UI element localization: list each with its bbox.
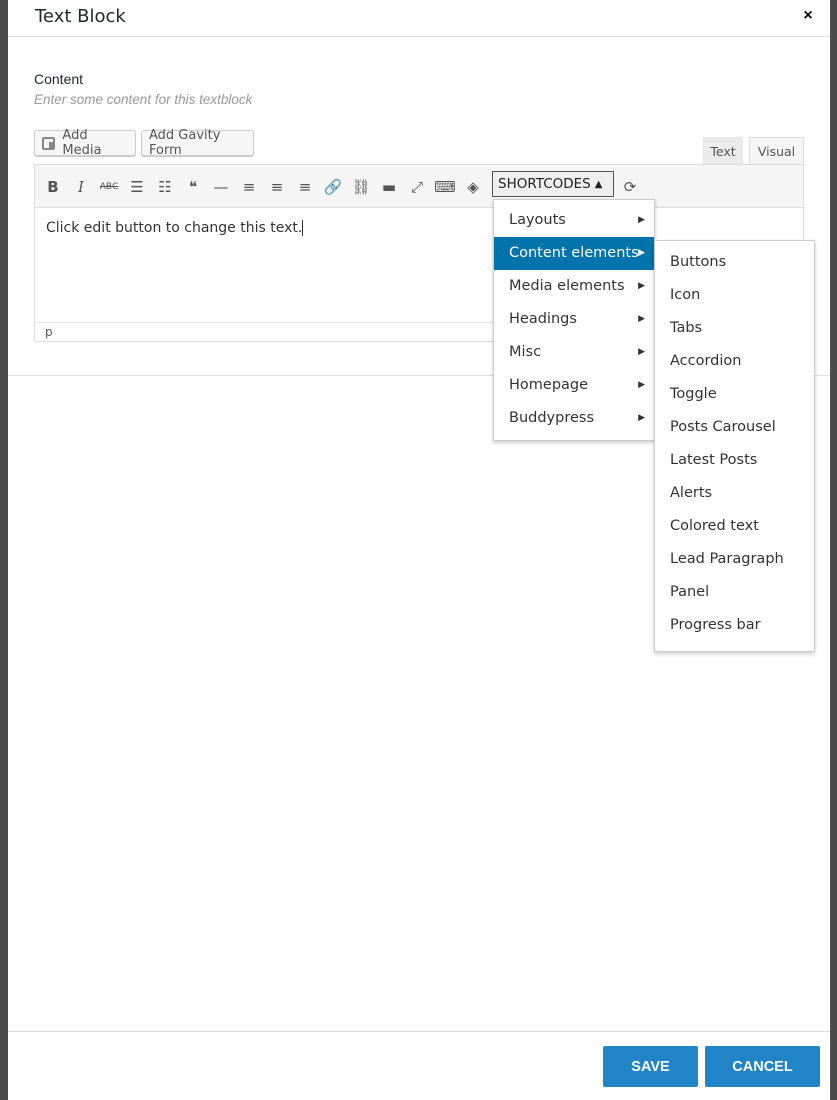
menu-item-label: Content elements — [509, 245, 639, 261]
submenu-item-toggle[interactable]: Toggle — [655, 378, 814, 411]
fullscreen-icon[interactable]: ⤢ — [405, 175, 429, 199]
submenu-arrow-icon: ▶ — [638, 380, 645, 390]
submenu-item-buttons[interactable]: Buttons — [655, 246, 814, 279]
editor-text-area[interactable]: Click edit button to change this text. — [46, 220, 304, 236]
add-media-label: Add Media — [62, 128, 102, 158]
content-label: Content — [34, 71, 84, 87]
menu-item-label: Misc — [509, 344, 542, 360]
shortcodes-label: SHORTCODES — [498, 176, 591, 192]
add-gravity-form-button[interactable]: Add Gavity Form — [141, 128, 254, 158]
submenu-arrow-icon: ▶ — [638, 413, 645, 423]
editor-content: Click edit button to change this text. — [46, 220, 303, 236]
menu-item-misc[interactable]: Misc ▶ — [494, 336, 654, 369]
caret-up-icon: ▲ — [594, 178, 603, 190]
submenu-arrow-icon: ▶ — [638, 248, 645, 258]
menu-item-label: Homepage — [509, 377, 589, 393]
submenu-arrow-icon: ▶ — [638, 314, 645, 324]
submenu-item-alerts[interactable]: Alerts — [655, 477, 814, 510]
menu-item-label: Buddypress — [509, 410, 595, 426]
submenu-arrow-icon: ▶ — [638, 215, 645, 225]
media-icon — [42, 136, 56, 150]
align-left-icon[interactable]: ≡ — [237, 175, 261, 199]
submenu-item-icon[interactable]: Icon — [655, 279, 814, 312]
submenu-arrow-icon: ▶ — [638, 281, 645, 291]
align-center-icon[interactable]: ≡ — [265, 175, 289, 199]
submenu-item-lead-paragraph[interactable]: Lead Paragraph — [655, 543, 814, 576]
background-page-left — [0, 0, 8, 1100]
toolbar-toggle-icon[interactable]: ⌨ — [433, 175, 457, 199]
editor-toolbar: ◈ ⌨ ⤢ ▬ ⛓ 🔗 ≡ ≡ ≡ — ❝ ☷ ☰ ABC I B SHORTCODES ▲ ⟳ — [35, 165, 803, 208]
cancel-button[interactable]: CANCEL — [705, 1046, 820, 1087]
italic-icon[interactable]: I — [69, 175, 93, 199]
tab-visual[interactable]: Visual — [749, 137, 804, 164]
menu-item-content-elements[interactable]: Content elements ▶ — [494, 237, 654, 270]
menu-item-label: Headings — [509, 311, 577, 327]
refresh-icon[interactable]: ⟳ — [618, 175, 642, 199]
close-icon[interactable]: × — [800, 6, 816, 26]
menu-item-media-elements[interactable]: Media elements ▶ — [494, 270, 654, 303]
menu-item-headings[interactable]: Headings ▶ — [494, 303, 654, 336]
numbered-list-icon[interactable]: ☷ — [153, 175, 177, 199]
modal-title: Text Block — [35, 6, 126, 27]
layers-icon[interactable]: ◈ — [461, 175, 485, 199]
menu-item-layouts[interactable]: Layouts ▶ — [494, 204, 654, 237]
submenu-item-accordion[interactable]: Accordion — [655, 345, 814, 378]
footer-divider — [8, 1031, 830, 1032]
strikethrough-icon[interactable]: ABC — [97, 175, 121, 199]
shortcodes-menu: Layouts ▶ Content elements ▶ Media elements ▶… — [493, 199, 655, 441]
read-more-icon[interactable]: ▬ — [377, 175, 401, 199]
link-icon[interactable]: 🔗 — [321, 175, 345, 199]
align-right-icon[interactable]: ≡ — [293, 175, 317, 199]
content-elements-submenu: Buttons Icon Tabs Accordion Toggle Posts Caro… — [654, 240, 815, 652]
text-cursor — [302, 220, 304, 236]
shortcodes-dropdown-button[interactable]: SHORTCODES ▲ — [492, 171, 614, 197]
modal-header: Text Block × — [8, 0, 830, 37]
submenu-item-colored-text[interactable]: Colored text — [655, 510, 814, 543]
add-gravity-form-label: Add Gavity Form — [149, 128, 221, 158]
submenu-item-panel[interactable]: Panel — [655, 576, 814, 609]
content-description: Enter some content for this textblock — [34, 92, 253, 107]
element-path[interactable]: p — [45, 325, 53, 339]
background-page-right — [831, 0, 837, 1100]
save-button[interactable]: SAVE — [603, 1046, 698, 1087]
horizontal-rule-icon[interactable]: — — [209, 175, 233, 199]
text-block-modal: Text Block × Content Enter some content … — [8, 0, 830, 1100]
menu-item-homepage[interactable]: Homepage ▶ — [494, 369, 654, 402]
bold-icon[interactable]: B — [41, 175, 65, 199]
menu-item-buddypress[interactable]: Buddypress ▶ — [494, 402, 654, 435]
menu-item-label: Media elements — [509, 278, 625, 294]
submenu-item-latest-posts[interactable]: Latest Posts — [655, 444, 814, 477]
tab-text[interactable]: Text — [703, 137, 743, 164]
unlink-icon[interactable]: ⛓ — [349, 175, 373, 199]
blockquote-icon[interactable]: ❝ — [181, 175, 205, 199]
submenu-item-tabs[interactable]: Tabs — [655, 312, 814, 345]
submenu-item-posts-carousel[interactable]: Posts Carousel — [655, 411, 814, 444]
bullet-list-icon[interactable]: ☰ — [125, 175, 149, 199]
menu-item-label: Layouts — [509, 212, 566, 228]
submenu-item-progress-bar[interactable]: Progress bar — [655, 609, 814, 642]
submenu-arrow-icon: ▶ — [638, 347, 645, 357]
add-media-button[interactable]: Add Media — [34, 128, 136, 158]
